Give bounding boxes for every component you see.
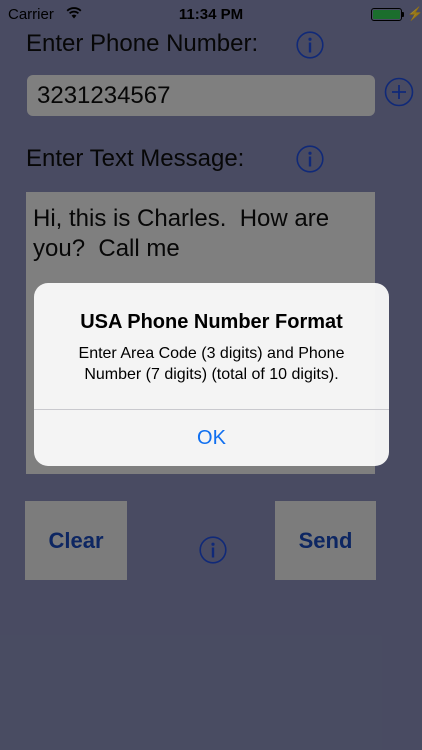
- ok-button[interactable]: OK: [34, 410, 389, 466]
- alert-title: USA Phone Number Format: [80, 311, 343, 333]
- alert-message: Enter Area Code (3 digits) and Phone Num…: [78, 345, 345, 383]
- alert-dialog: USA Phone Number Format Enter Area Code …: [34, 283, 389, 466]
